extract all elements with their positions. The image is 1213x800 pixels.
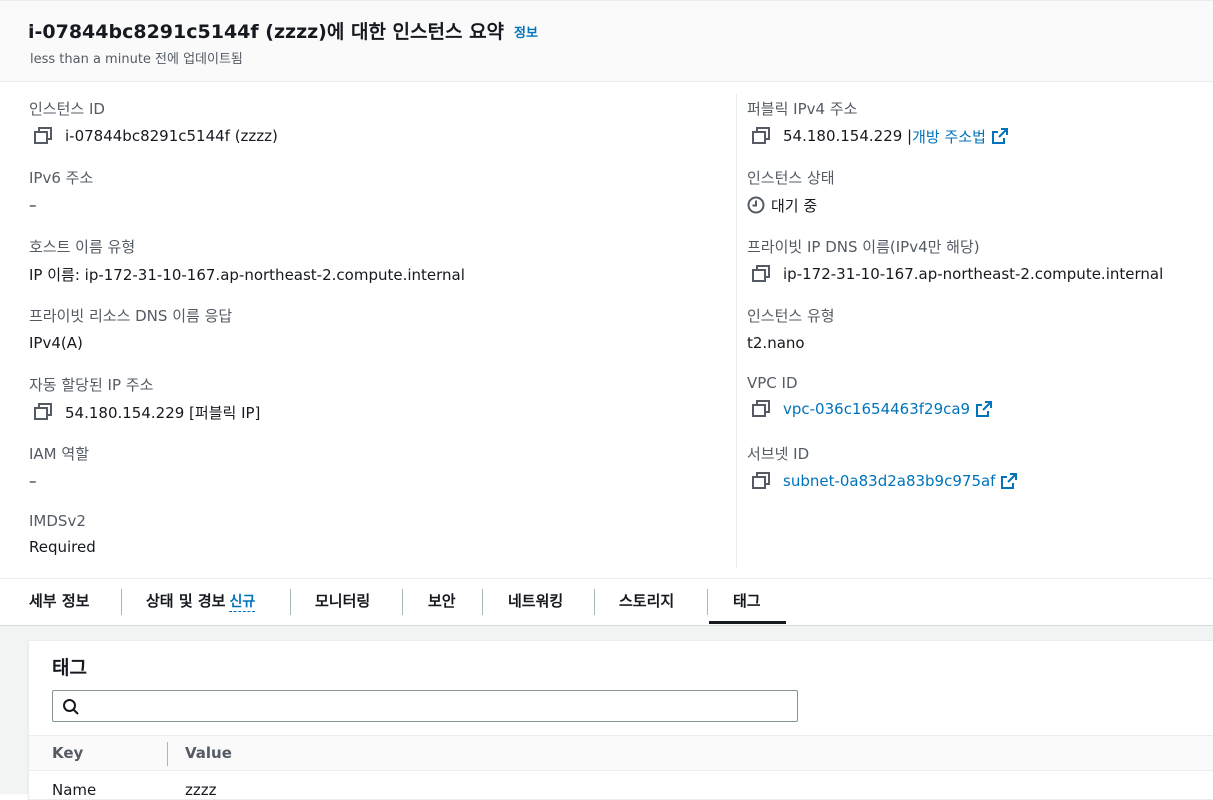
tab-separator — [482, 589, 483, 615]
field-auto-ip: 자동 할당된 IP 주소 54.180.154.229 [퍼블릭 IP] — [29, 374, 260, 422]
clock-icon — [747, 196, 765, 214]
field-label: 인스턴스 상태 — [747, 169, 835, 187]
external-link-icon[interactable] — [991, 128, 1008, 144]
tags-search-box[interactable] — [52, 690, 798, 722]
vpc-link[interactable]: vpc-036c1654463f29ca9 — [783, 400, 970, 418]
subnet-link[interactable]: subnet-0a83d2a83b9c975af — [783, 472, 995, 490]
field-ipv6: IPv6 주소 – — [29, 167, 93, 215]
column-header-key[interactable]: Key — [52, 744, 83, 762]
field-value: – — [29, 472, 37, 490]
field-vpc-id: VPC ID vpc-036c1654463f29ca9 — [747, 374, 993, 419]
field-label: 프라이빗 리소스 DNS 이름 응답 — [29, 307, 233, 325]
tags-panel: 태그 Key Value Name zzzz — [28, 640, 1213, 800]
field-value: – — [29, 196, 37, 214]
tags-table-header: Key Value — [29, 735, 1213, 771]
tab-bar: 세부 정보 상태 및 경보 신규 모니터링 보안 네트워킹 스토리지 태그 — [0, 579, 1213, 626]
copy-icon[interactable] — [751, 400, 773, 418]
field-label: 인스턴스 ID — [29, 100, 105, 118]
column-header-value[interactable]: Value — [185, 744, 232, 762]
field-hostname-type: 호스트 이름 유형 IP 이름: ip-172-31-10-167.ap-nor… — [29, 236, 465, 284]
last-updated-text: less than a minute 전에 업데이트됨 — [30, 52, 243, 67]
field-iam-role: IAM 역할 – — [29, 443, 89, 491]
field-label: 프라이빗 IP DNS 이름(IPv4만 해당) — [747, 238, 980, 256]
field-value: i-07844bc8291c5144f (zzzz) — [65, 127, 278, 145]
tab-security[interactable]: 보안 — [428, 579, 456, 625]
tag-value-cell: zzzz — [185, 781, 217, 799]
field-label: 퍼블릭 IPv4 주소 — [747, 100, 858, 118]
field-label: VPC ID — [747, 374, 798, 392]
copy-icon[interactable] — [33, 403, 55, 421]
tab-storage[interactable]: 스토리지 — [619, 579, 674, 625]
tab-tags[interactable]: 태그 — [733, 579, 761, 625]
field-value: IPv4(A) — [29, 334, 83, 352]
field-value: 54.180.154.229 [퍼블릭 IP] — [65, 403, 261, 422]
tab-separator — [707, 589, 708, 615]
tab-separator — [121, 589, 122, 615]
tab-networking[interactable]: 네트워킹 — [508, 579, 563, 625]
field-label: 서브넷 ID — [747, 445, 810, 463]
copy-icon[interactable] — [751, 472, 773, 490]
field-instance-type: 인스턴스 유형 t2.nano — [747, 305, 835, 353]
field-value: 대기 중 — [771, 196, 818, 215]
summary-header: i-07844bc8291c5144f (zzzz)에 대한 인스턴스 요약 정… — [0, 0, 1213, 82]
info-link[interactable]: 정보 — [514, 22, 538, 41]
field-label: IAM 역할 — [29, 445, 89, 463]
tab-separator — [594, 589, 595, 615]
field-value: ip-172-31-10-167.ap-northeast-2.compute.… — [783, 265, 1164, 283]
tags-search-input[interactable] — [89, 695, 789, 717]
field-public-ipv4: 퍼블릭 IPv4 주소 54.180.154.229 | 개방 주소법 — [747, 98, 1008, 146]
column-resizer[interactable] — [167, 742, 168, 766]
column-divider — [736, 94, 737, 568]
copy-icon[interactable] — [751, 127, 773, 145]
field-value: 54.180.154.229 | — [783, 127, 913, 145]
external-link-icon[interactable] — [976, 401, 993, 417]
field-instance-state: 인스턴스 상태 대기 중 — [747, 167, 835, 215]
open-address-link[interactable]: 개방 주소법 — [912, 126, 986, 147]
tab-details[interactable]: 세부 정보 — [29, 579, 89, 625]
active-tab-indicator — [709, 621, 786, 624]
tab-separator — [290, 589, 291, 615]
copy-icon[interactable] — [751, 265, 773, 283]
field-label: IMDSv2 — [29, 512, 86, 530]
field-label: 인스턴스 유형 — [747, 307, 835, 325]
search-icon — [62, 698, 80, 716]
field-subnet-id: 서브넷 ID subnet-0a83d2a83b9c975af — [747, 443, 1018, 491]
field-value: Required — [29, 538, 96, 556]
tags-title: 태그 — [52, 657, 87, 679]
field-value: t2.nano — [747, 334, 805, 352]
tab-monitoring[interactable]: 모니터링 — [315, 579, 370, 625]
field-instance-id: 인스턴스 ID i-07844bc8291c5144f (zzzz) — [29, 98, 278, 146]
new-badge: 신규 — [229, 594, 256, 612]
page-title: i-07844bc8291c5144f (zzzz)에 대한 인스턴스 요약 — [28, 21, 505, 43]
field-imdsv2: IMDSv2 Required — [29, 512, 96, 557]
field-private-dns-answer: 프라이빗 리소스 DNS 이름 응답 IPv4(A) — [29, 305, 232, 353]
field-label: 호스트 이름 유형 — [29, 238, 136, 256]
tab-status-alarms[interactable]: 상태 및 경보 신규 — [146, 579, 256, 625]
field-value: IP 이름: ip-172-31-10-167.ap-northeast-2.c… — [29, 265, 465, 284]
external-link-icon[interactable] — [1001, 473, 1018, 489]
field-private-dns: 프라이빗 IP DNS 이름(IPv4만 해당) ip-172-31-10-16… — [747, 236, 1163, 284]
field-label: IPv6 주소 — [29, 169, 94, 187]
tabs-area: 세부 정보 상태 및 경보 신규 모니터링 보안 네트워킹 스토리지 태그 태그 … — [0, 578, 1213, 800]
tag-key-cell: Name — [52, 781, 97, 799]
tab-separator — [402, 589, 403, 615]
copy-icon[interactable] — [33, 127, 55, 145]
field-label: 자동 할당된 IP 주소 — [29, 376, 154, 394]
